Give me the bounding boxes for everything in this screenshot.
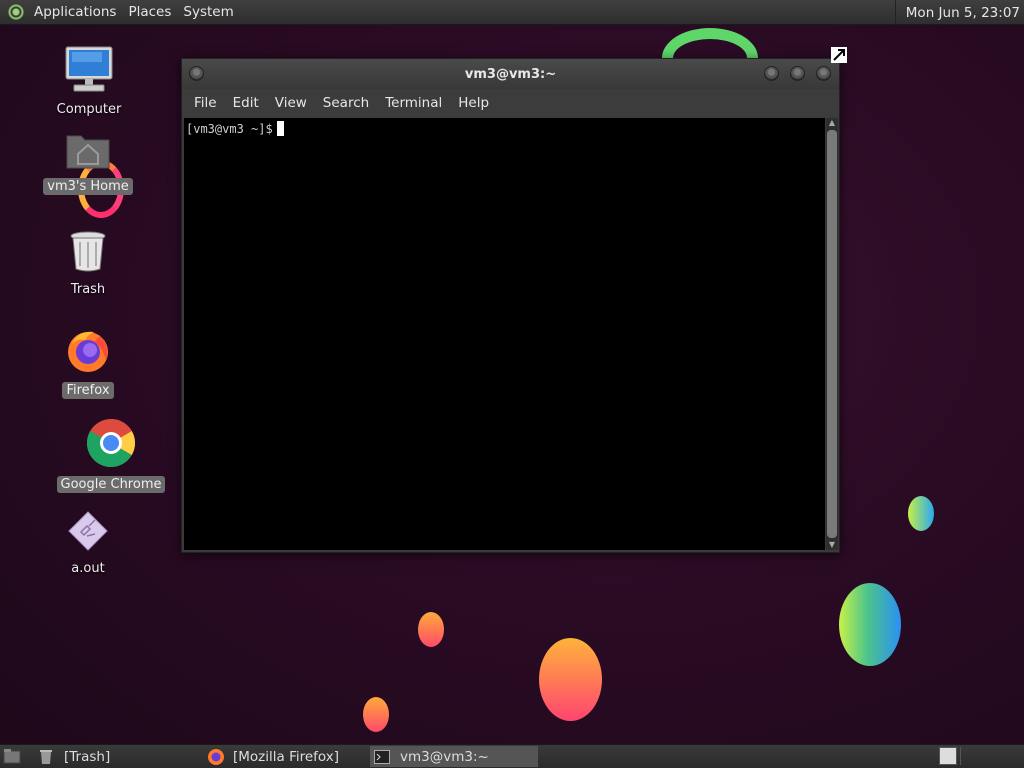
window-title: vm3@vm3:~: [464, 66, 557, 82]
taskbar-item-firefox[interactable]: [Mozilla Firefox]: [203, 746, 369, 767]
window-menu-button[interactable]: [189, 66, 204, 81]
minimize-button[interactable]: [764, 66, 779, 81]
show-desktop-icon[interactable]: [3, 748, 21, 765]
taskbar-item-label: vm3@vm3:~: [400, 748, 489, 765]
desktop-icon-label: a.out: [71, 561, 105, 576]
desktop-icon-home[interactable]: vm3's Home: [28, 130, 148, 195]
terminal-icon: [374, 749, 390, 764]
desktop-icon-label: Firefox: [62, 382, 114, 399]
computer-icon: [65, 46, 113, 92]
taskbar-item-terminal[interactable]: vm3@vm3:~: [370, 746, 538, 767]
terminal-scrollbar[interactable]: ▲ ▼: [826, 118, 838, 550]
wallpaper-bubble: [839, 583, 901, 666]
taskbar-item-label: [Trash]: [64, 748, 111, 765]
taskbar-item-trash[interactable]: [Trash]: [34, 746, 202, 767]
desktop-icon-label: Computer: [56, 102, 122, 117]
desktop-icon-a-out[interactable]: a.out: [28, 510, 148, 577]
resize-cursor-icon: [831, 47, 847, 63]
top-panel: Applications Places System Mon Jun 5, 23…: [0, 0, 1024, 25]
terminal-output[interactable]: [vm3@vm3 ~]$: [184, 118, 825, 550]
mate-logo-icon[interactable]: [8, 4, 24, 20]
scrollbar-thumb[interactable]: [827, 130, 837, 538]
menu-file[interactable]: File: [186, 95, 225, 111]
firefox-icon: [68, 331, 108, 372]
maximize-button[interactable]: [790, 66, 805, 81]
taskbar-item-label: [Mozilla Firefox]: [233, 748, 340, 765]
firefox-icon: [208, 748, 224, 765]
workspace-switcher[interactable]: [960, 747, 1023, 765]
trash-icon: [70, 231, 106, 272]
wallpaper-bubble: [418, 612, 444, 647]
workspace-switcher[interactable]: [939, 747, 957, 765]
menu-terminal[interactable]: Terminal: [377, 95, 450, 111]
text-cursor: [276, 121, 284, 136]
terminal-window: vm3@vm3:~ File Edit View Search Terminal…: [181, 58, 840, 553]
scroll-up-arrow-icon[interactable]: ▲: [826, 118, 838, 128]
desktop-icon-label: Google Chrome: [56, 476, 166, 493]
menu-help[interactable]: Help: [450, 95, 497, 111]
wallpaper-bubble: [539, 638, 602, 721]
menu-edit[interactable]: Edit: [225, 95, 267, 111]
home-folder-icon: [66, 135, 110, 169]
desktop-icon-chrome[interactable]: Google Chrome: [51, 418, 171, 493]
executable-icon: [68, 511, 108, 551]
desktop-icon-firefox[interactable]: Firefox: [28, 326, 148, 399]
trash-icon: [40, 749, 52, 764]
wallpaper-bubble: [908, 496, 934, 531]
wallpaper-bubble: [363, 697, 389, 732]
desktop-icon-label: vm3's Home: [43, 178, 133, 195]
menu-view[interactable]: View: [267, 95, 315, 111]
clock[interactable]: Mon Jun 5, 23:07: [894, 0, 1024, 25]
close-button[interactable]: [816, 66, 831, 81]
prompt-line: [vm3@vm3 ~]$: [186, 121, 284, 136]
menu-places[interactable]: Places: [122, 4, 177, 20]
menu-system[interactable]: System: [177, 4, 239, 20]
menu-search[interactable]: Search: [315, 95, 377, 111]
terminal-menubar: File Edit View Search Terminal Help: [182, 89, 839, 117]
shell-prompt: [vm3@vm3 ~]$: [186, 122, 273, 136]
desktop-icon-label: Trash: [70, 282, 106, 297]
scroll-down-arrow-icon[interactable]: ▼: [826, 540, 838, 550]
desktop-icon-trash[interactable]: Trash: [28, 229, 148, 298]
desktop-icon-computer[interactable]: Computer: [29, 45, 149, 118]
bottom-panel: [Trash] [Mozilla Firefox] vm3@vm3:~: [0, 744, 1024, 768]
menu-applications[interactable]: Applications: [28, 4, 122, 20]
window-titlebar[interactable]: vm3@vm3:~: [182, 59, 839, 89]
chrome-icon: [86, 419, 136, 468]
